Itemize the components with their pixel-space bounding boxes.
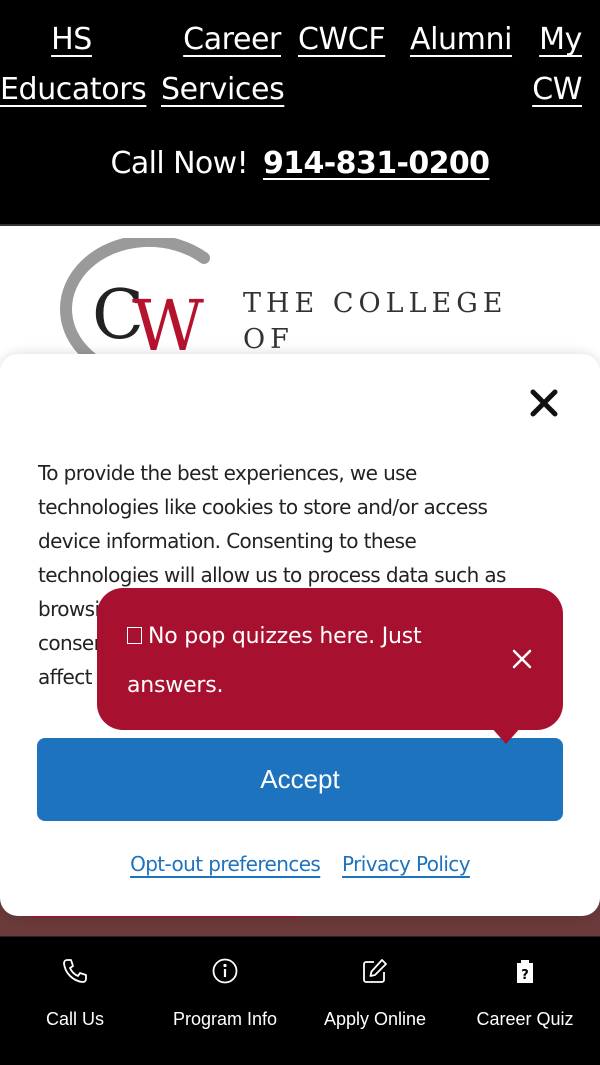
info-icon	[212, 958, 238, 984]
program-info-button[interactable]: Program Info	[150, 937, 300, 1065]
phone-link[interactable]: 914-831-0200	[263, 146, 490, 181]
edit-icon	[363, 959, 387, 983]
phone-icon	[63, 959, 87, 983]
privacy-policy-link[interactable]: Privacy Policy	[342, 852, 471, 876]
svg-text:?: ?	[521, 968, 529, 983]
apply-online-label: Apply Online	[323, 1009, 427, 1029]
career-quiz-label: Career Quiz	[476, 1009, 574, 1029]
quiz-icon: ?	[517, 960, 533, 983]
nav-link-my-cw-line2: CW	[532, 72, 582, 107]
nav-link-career-services-line1: Career	[183, 22, 281, 57]
logo-line-1: THE COLLEGE	[243, 288, 508, 319]
nav-link-career-services-line2: Services	[161, 72, 285, 107]
call-now-label: Call Now!	[110, 146, 249, 181]
chat-prompt-text-wrap: No pop quizzes here. Just answers.	[127, 612, 497, 710]
call-now-row: Call Now! 914-831-0200	[0, 146, 600, 181]
career-quiz-button[interactable]: ? Career Quiz	[450, 937, 600, 1065]
nav-link-cwcf-line1: CWCF	[298, 22, 386, 57]
nav-link-alumni-line1: Alumni	[410, 22, 513, 57]
emoji-placeholder-icon	[127, 627, 142, 644]
nav-link-career-services[interactable]: Career Services	[161, 15, 285, 115]
nav-link-cwcf[interactable]: CWCF	[298, 15, 386, 65]
accept-button[interactable]: Accept	[37, 738, 563, 821]
top-navigation: HS Educators Career Services CWCF Alumni…	[0, 0, 600, 226]
call-us-button[interactable]: Call Us	[0, 937, 150, 1065]
call-us-label: Call Us	[45, 1009, 104, 1029]
chat-prompt-bubble[interactable]: No pop quizzes here. Just answers.	[97, 588, 563, 730]
site-header-logo[interactable]: C W THE COLLEGE OF WESTCHESTER®	[0, 226, 600, 395]
nav-link-hs-educators-line1: HS	[51, 22, 92, 57]
chat-prompt-text: No pop quizzes here. Just answers.	[127, 624, 422, 698]
chat-bubble-tail	[490, 726, 522, 744]
bottom-action-bar: Call Us Program Info Apply Online ? Care…	[0, 936, 600, 1065]
program-info-label: Program Info	[172, 1009, 278, 1029]
nav-link-my-cw-line1: My	[539, 22, 582, 57]
close-icon[interactable]	[509, 646, 535, 672]
cw-logo-mark: C W	[60, 238, 210, 366]
nav-link-hs-educators[interactable]: HS Educators	[0, 15, 147, 115]
nav-link-hs-educators-line2: Educators	[0, 72, 147, 107]
opt-out-preferences-link[interactable]: Opt-out preferences	[130, 852, 321, 876]
apply-online-button[interactable]: Apply Online	[300, 937, 450, 1065]
consent-links: Opt-out preferences Privacy Policy	[0, 852, 600, 876]
close-icon[interactable]	[525, 384, 563, 422]
nav-link-alumni[interactable]: Alumni	[410, 15, 512, 65]
nav-link-my-cw[interactable]: My CW	[520, 15, 582, 115]
